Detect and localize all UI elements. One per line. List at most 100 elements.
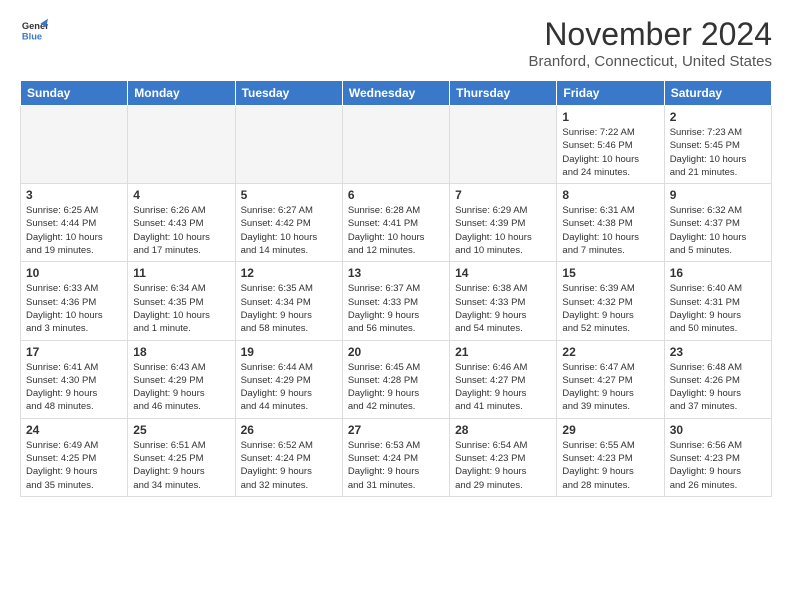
calendar-cell: 19Sunrise: 6:44 AM Sunset: 4:29 PM Dayli…: [235, 340, 342, 418]
day-number: 12: [241, 266, 337, 280]
calendar-cell: 25 Sunrise: 6:51 AM Sunset: 4:25 PM Dayli…: [128, 418, 235, 496]
day-info: Sunrise: 6:25 AM Sunset: 4:44 PM Dayligh…: [26, 204, 122, 257]
calendar-cell: 28 Sunrise: 6:54 AM Sunset: 4:23 PM Dayli…: [450, 418, 557, 496]
calendar-cell: 13Sunrise: 6:37 AM Sunset: 4:33 PM Dayli…: [342, 262, 449, 340]
weekday-header-saturday: Saturday: [664, 81, 771, 106]
day-number: 4: [133, 188, 229, 202]
day-info: Sunrise: 6:38 AM Sunset: 4:33 PM Dayligh…: [455, 282, 551, 335]
day-info: Sunrise: 6:31 AM Sunset: 4:38 PM Dayligh…: [562, 204, 658, 257]
calendar-cell: 23Sunrise: 6:48 AM Sunset: 4:26 PM Dayli…: [664, 340, 771, 418]
calendar-cell: [342, 106, 449, 184]
day-number: 25: [133, 423, 229, 437]
day-number: 22: [562, 345, 658, 359]
day-info: Sunrise: 6:47 AM Sunset: 4:27 PM Dayligh…: [562, 361, 658, 414]
day-info: Sunrise: 6:39 AM Sunset: 4:32 PM Dayligh…: [562, 282, 658, 335]
day-info: Sunrise: 6:29 AM Sunset: 4:39 PM Dayligh…: [455, 204, 551, 257]
day-number: 18: [133, 345, 229, 359]
calendar-cell: 27 Sunrise: 6:53 AM Sunset: 4:24 PM Dayli…: [342, 418, 449, 496]
calendar-cell: 1 Sunrise: 7:22 AM Sunset: 5:46 PM Daylig…: [557, 106, 664, 184]
day-number: 26: [241, 423, 337, 437]
day-info: Sunrise: 6:41 AM Sunset: 4:30 PM Dayligh…: [26, 361, 122, 414]
day-number: 5: [241, 188, 337, 202]
day-info: Sunrise: 6:52 AM Sunset: 4:24 PM Dayligh…: [241, 439, 337, 492]
day-number: 1: [562, 110, 658, 124]
calendar-cell: 10 Sunrise: 6:33 AM Sunset: 4:36 PM Dayli…: [21, 262, 128, 340]
day-info: Sunrise: 6:45 AM Sunset: 4:28 PM Dayligh…: [348, 361, 444, 414]
weekday-header-thursday: Thursday: [450, 81, 557, 106]
calendar-cell: 20 Sunrise: 6:45 AM Sunset: 4:28 PM Dayli…: [342, 340, 449, 418]
logo: General Blue: [20, 16, 48, 44]
calendar-cell: 14 Sunrise: 6:38 AM Sunset: 4:33 PM Dayli…: [450, 262, 557, 340]
day-info: Sunrise: 7:23 AM Sunset: 5:45 PM Dayligh…: [670, 126, 766, 179]
day-info: Sunrise: 6:27 AM Sunset: 4:42 PM Dayligh…: [241, 204, 337, 257]
calendar-cell: 30Sunrise: 6:56 AM Sunset: 4:23 PM Dayli…: [664, 418, 771, 496]
day-info: Sunrise: 6:33 AM Sunset: 4:36 PM Dayligh…: [26, 282, 122, 335]
calendar-cell: 3 Sunrise: 6:25 AM Sunset: 4:44 PM Daylig…: [21, 184, 128, 262]
weekday-header-friday: Friday: [557, 81, 664, 106]
day-number: 13: [348, 266, 444, 280]
day-number: 15: [562, 266, 658, 280]
day-number: 17: [26, 345, 122, 359]
calendar-cell: 6Sunrise: 6:28 AM Sunset: 4:41 PM Daylig…: [342, 184, 449, 262]
day-number: 3: [26, 188, 122, 202]
day-info: Sunrise: 6:54 AM Sunset: 4:23 PM Dayligh…: [455, 439, 551, 492]
calendar-cell: 21 Sunrise: 6:46 AM Sunset: 4:27 PM Dayli…: [450, 340, 557, 418]
day-number: 16: [670, 266, 766, 280]
weekday-header-sunday: Sunday: [21, 81, 128, 106]
calendar-cell: 16 Sunrise: 6:40 AM Sunset: 4:31 PM Dayli…: [664, 262, 771, 340]
month-title: November 2024: [529, 16, 772, 53]
day-number: 21: [455, 345, 551, 359]
weekday-header-tuesday: Tuesday: [235, 81, 342, 106]
calendar-cell: 15 Sunrise: 6:39 AM Sunset: 4:32 PM Dayli…: [557, 262, 664, 340]
day-number: 23: [670, 345, 766, 359]
location-title: Branford, Connecticut, United States: [529, 53, 772, 70]
day-info: Sunrise: 6:53 AM Sunset: 4:24 PM Dayligh…: [348, 439, 444, 492]
header: General Blue November 2024 Branford, Con…: [20, 16, 772, 70]
svg-text:Blue: Blue: [22, 31, 42, 41]
calendar-cell: 4 Sunrise: 6:26 AM Sunset: 4:43 PM Daylig…: [128, 184, 235, 262]
day-number: 28: [455, 423, 551, 437]
day-info: Sunrise: 6:40 AM Sunset: 4:31 PM Dayligh…: [670, 282, 766, 335]
weekday-header-monday: Monday: [128, 81, 235, 106]
calendar-cell: [128, 106, 235, 184]
calendar-cell: 22 Sunrise: 6:47 AM Sunset: 4:27 PM Dayli…: [557, 340, 664, 418]
day-info: Sunrise: 7:22 AM Sunset: 5:46 PM Dayligh…: [562, 126, 658, 179]
day-number: 29: [562, 423, 658, 437]
day-number: 20: [348, 345, 444, 359]
calendar-cell: [450, 106, 557, 184]
calendar-cell: 5 Sunrise: 6:27 AM Sunset: 4:42 PM Daylig…: [235, 184, 342, 262]
day-number: 11: [133, 266, 229, 280]
day-number: 10: [26, 266, 122, 280]
title-block: November 2024 Branford, Connecticut, Uni…: [529, 16, 772, 70]
day-number: 24: [26, 423, 122, 437]
day-info: Sunrise: 6:51 AM Sunset: 4:25 PM Dayligh…: [133, 439, 229, 492]
day-info: Sunrise: 6:43 AM Sunset: 4:29 PM Dayligh…: [133, 361, 229, 414]
day-info: Sunrise: 6:34 AM Sunset: 4:35 PM Dayligh…: [133, 282, 229, 335]
day-number: 30: [670, 423, 766, 437]
day-info: Sunrise: 6:46 AM Sunset: 4:27 PM Dayligh…: [455, 361, 551, 414]
day-number: 8: [562, 188, 658, 202]
calendar-cell: 29 Sunrise: 6:55 AM Sunset: 4:23 PM Dayli…: [557, 418, 664, 496]
day-number: 14: [455, 266, 551, 280]
day-number: 27: [348, 423, 444, 437]
calendar-cell: 9 Sunrise: 6:32 AM Sunset: 4:37 PM Daylig…: [664, 184, 771, 262]
day-info: Sunrise: 6:35 AM Sunset: 4:34 PM Dayligh…: [241, 282, 337, 335]
calendar-cell: 2 Sunrise: 7:23 AM Sunset: 5:45 PM Daylig…: [664, 106, 771, 184]
weekday-header-wednesday: Wednesday: [342, 81, 449, 106]
day-number: 6: [348, 188, 444, 202]
day-info: Sunrise: 6:26 AM Sunset: 4:43 PM Dayligh…: [133, 204, 229, 257]
calendar-cell: 26 Sunrise: 6:52 AM Sunset: 4:24 PM Dayli…: [235, 418, 342, 496]
calendar-cell: 17 Sunrise: 6:41 AM Sunset: 4:30 PM Dayli…: [21, 340, 128, 418]
calendar-cell: 18 Sunrise: 6:43 AM Sunset: 4:29 PM Dayli…: [128, 340, 235, 418]
day-number: 9: [670, 188, 766, 202]
calendar-cell: [235, 106, 342, 184]
day-info: Sunrise: 6:55 AM Sunset: 4:23 PM Dayligh…: [562, 439, 658, 492]
day-info: Sunrise: 6:44 AM Sunset: 4:29 PM Dayligh…: [241, 361, 337, 414]
calendar-table: SundayMondayTuesdayWednesdayThursdayFrid…: [20, 80, 772, 497]
page: General Blue November 2024 Branford, Con…: [0, 0, 792, 507]
day-number: 2: [670, 110, 766, 124]
calendar-cell: [21, 106, 128, 184]
calendar-cell: 11 Sunrise: 6:34 AM Sunset: 4:35 PM Dayli…: [128, 262, 235, 340]
calendar-cell: 8 Sunrise: 6:31 AM Sunset: 4:38 PM Daylig…: [557, 184, 664, 262]
day-info: Sunrise: 6:32 AM Sunset: 4:37 PM Dayligh…: [670, 204, 766, 257]
